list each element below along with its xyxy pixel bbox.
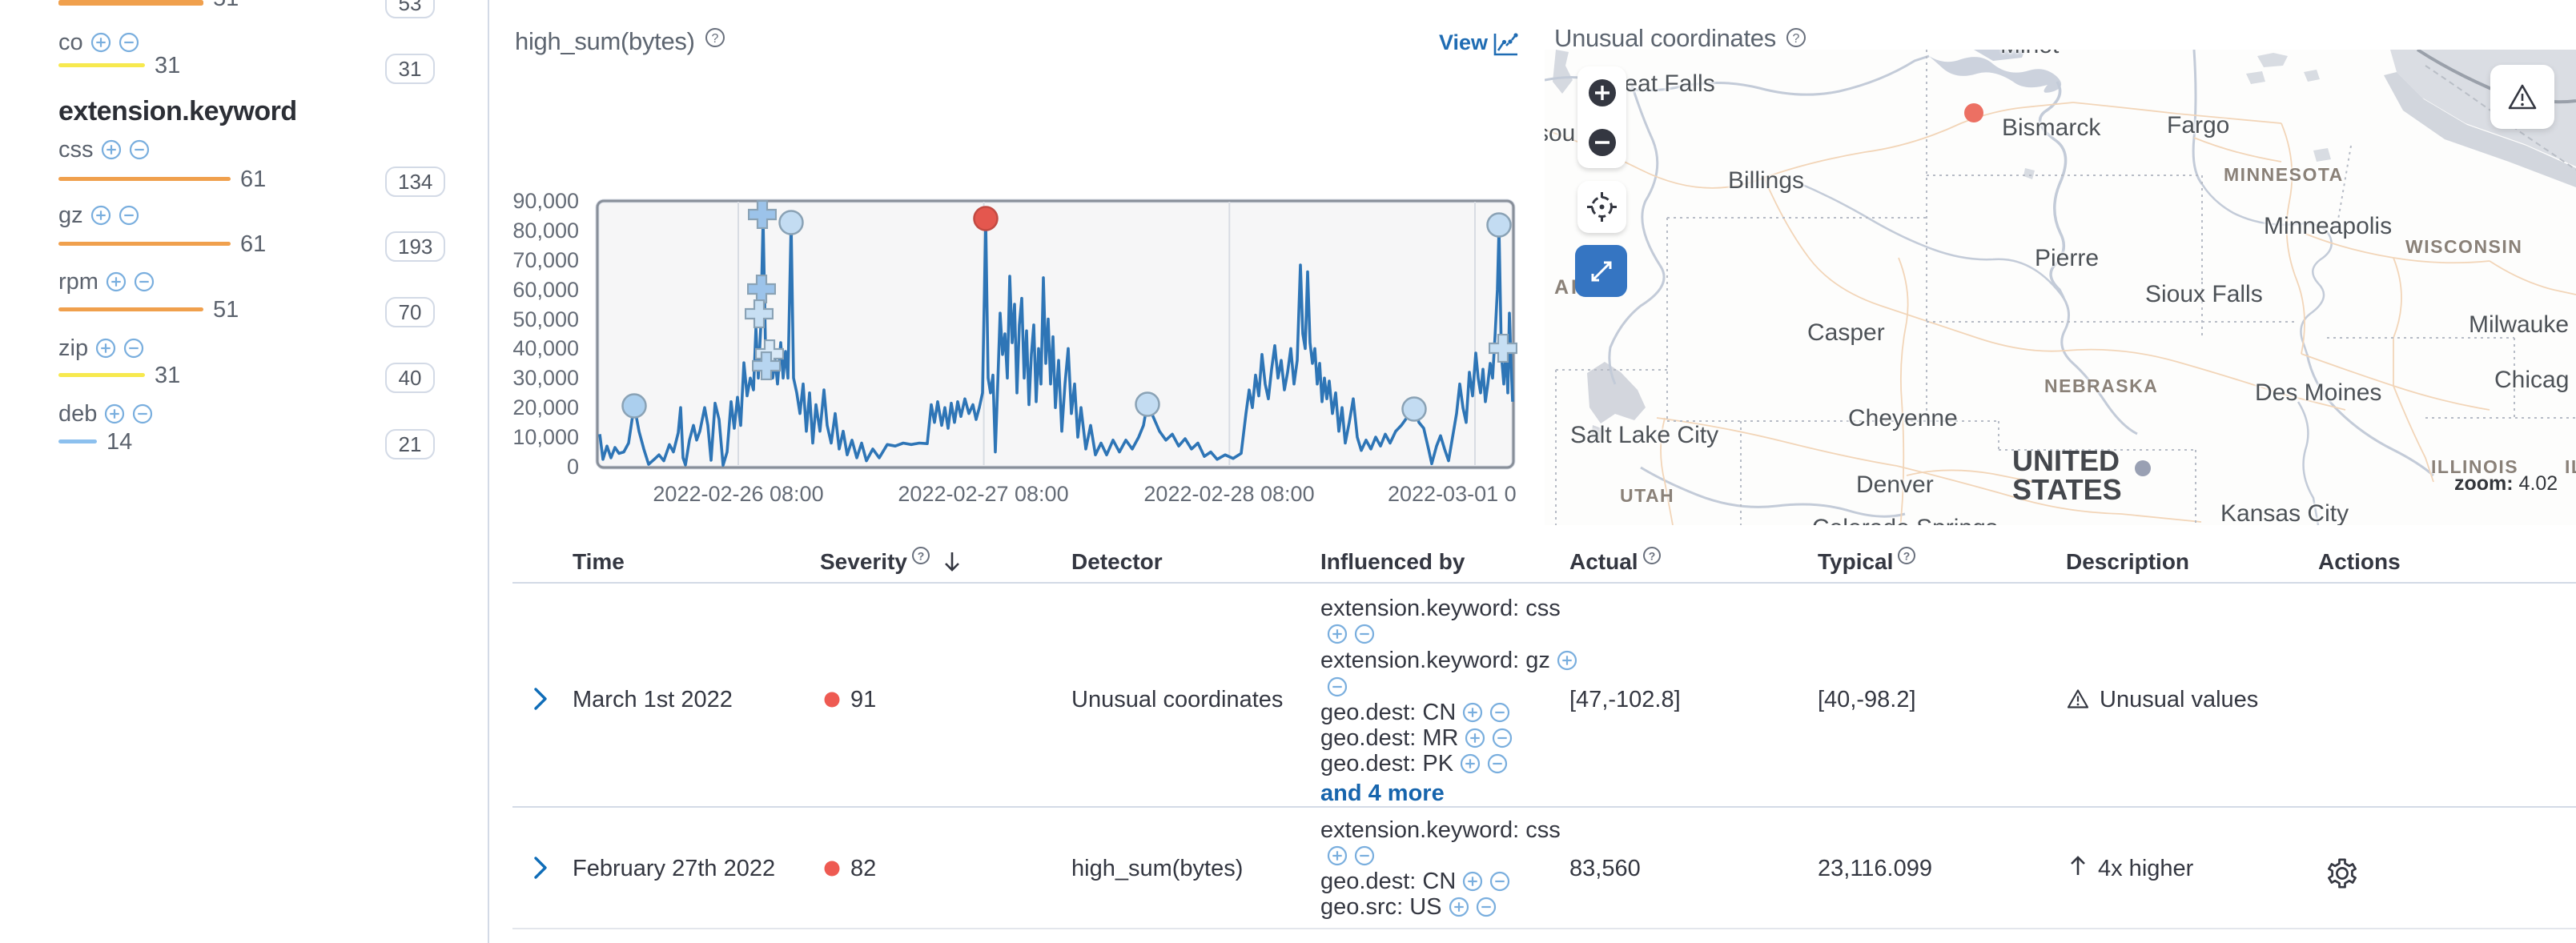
svg-text:?: ?	[1648, 550, 1655, 563]
svg-text:?: ?	[712, 32, 719, 46]
svg-text:?: ?	[1793, 32, 1800, 46]
svg-text:?: ?	[918, 550, 925, 563]
svg-text:?: ?	[1903, 550, 1911, 563]
